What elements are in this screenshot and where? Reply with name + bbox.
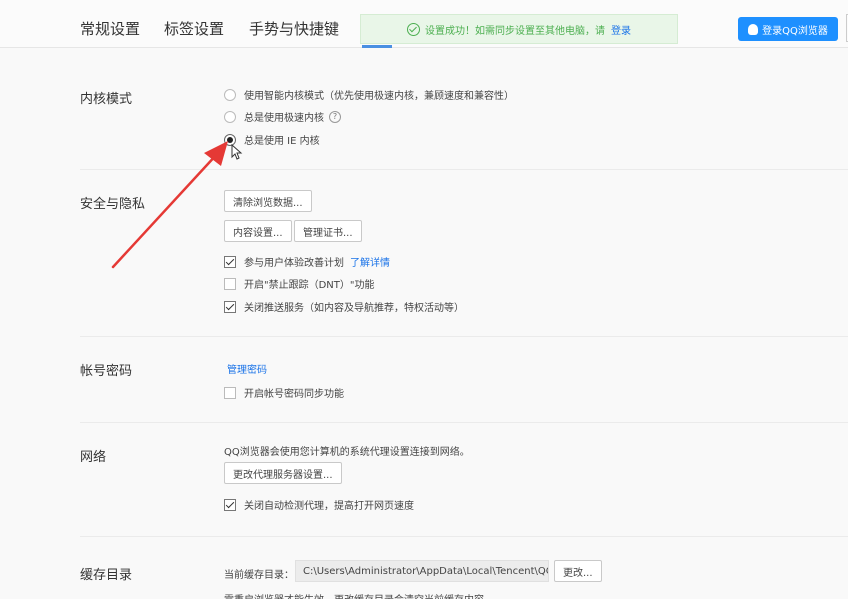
- auto-detect-proxy-option[interactable]: 关闭自动检测代理，提高打开网页速度: [224, 497, 414, 512]
- password-sync-label: 开启帐号密码同步功能: [244, 389, 344, 400]
- change-proxy-button[interactable]: 更改代理服务器设置...: [224, 462, 342, 484]
- kernel-smart-radio[interactable]: [224, 88, 236, 101]
- active-tab-indicator: [362, 45, 392, 48]
- login-button-label: 登录QQ浏览器: [762, 25, 828, 37]
- login-qq-browser-button[interactable]: 登录QQ浏览器: [738, 17, 838, 41]
- kernel-option-speed[interactable]: 总是使用极速内核 ?: [224, 109, 341, 124]
- password-sync-option[interactable]: 开启帐号密码同步功能: [224, 385, 344, 400]
- ux-improvement-label: 参与用户体验改善计划: [244, 258, 344, 269]
- content-settings-button[interactable]: 内容设置...: [224, 220, 292, 242]
- clear-browsing-data-button[interactable]: 清除浏览数据...: [224, 190, 312, 212]
- kernel-speed-radio[interactable]: [224, 110, 236, 123]
- help-icon[interactable]: ?: [329, 110, 341, 123]
- push-service-option[interactable]: 关闭推送服务（如内容及导航推荐，特权活动等）: [224, 299, 464, 314]
- tab-gestures-shortcuts[interactable]: 手势与快捷键: [249, 18, 339, 39]
- cache-path-field: C:\Users\Administrator\AppData\Local\Ten…: [295, 560, 549, 582]
- section-divider: [80, 336, 848, 337]
- learn-more-link[interactable]: 了解详情: [350, 254, 390, 269]
- section-divider: [80, 169, 848, 170]
- manage-certificates-button[interactable]: 管理证书...: [294, 220, 362, 242]
- auto-detect-proxy-label: 关闭自动检测代理，提高打开网页速度: [244, 501, 414, 512]
- dnt-checkbox[interactable]: [224, 277, 236, 290]
- change-cache-button[interactable]: 更改...: [554, 560, 602, 582]
- kernel-option-smart[interactable]: 使用智能内核模式（优先使用极速内核，兼顾速度和兼容性）: [224, 87, 514, 102]
- push-service-label: 关闭推送服务（如内容及导航推荐，特权活动等）: [244, 303, 464, 314]
- proxy-description: QQ浏览器会使用您计算机的系统代理设置连接到网络。: [224, 447, 470, 458]
- manage-passwords-link[interactable]: 管理密码: [227, 361, 267, 376]
- section-divider: [80, 422, 848, 423]
- password-sync-checkbox[interactable]: [224, 386, 236, 399]
- qq-penguin-icon: [748, 23, 759, 35]
- dnt-option[interactable]: 开启"禁止跟踪（DNT）"功能: [224, 276, 375, 291]
- ux-improvement-checkbox[interactable]: [224, 255, 236, 268]
- cache-section-title: 缓存目录: [80, 568, 133, 583]
- ux-improvement-option[interactable]: 参与用户体验改善计划 了解详情: [224, 254, 390, 269]
- security-section-title: 安全与隐私: [80, 197, 146, 212]
- toast-message: 设置成功！如需同步设置至其他电脑，请: [425, 25, 605, 37]
- kernel-speed-label: 总是使用极速内核: [244, 113, 324, 124]
- success-toast: 设置成功！如需同步设置至其他电脑，请 登录: [360, 14, 678, 44]
- kernel-ie-label: 总是使用 IE 内核: [244, 136, 320, 147]
- cache-note: 需重启浏览器才能生效，更改缓存目录会清空当前缓存内容: [224, 591, 484, 599]
- network-section-title: 网络: [80, 450, 107, 465]
- cache-dir-label: 当前缓存目录：: [224, 570, 294, 581]
- push-service-checkbox[interactable]: [224, 300, 236, 313]
- kernel-section-title: 内核模式: [80, 92, 133, 107]
- tab-tabs[interactable]: 标签设置: [164, 18, 224, 39]
- account-section-title: 帐号密码: [80, 364, 133, 379]
- settings-header: 常规设置 标签设置 手势与快捷键 设置成功！如需同步设置至其他电脑，请 登录 登…: [0, 0, 848, 48]
- mouse-cursor-icon: [231, 144, 243, 160]
- auto-detect-proxy-checkbox[interactable]: [224, 498, 236, 511]
- dnt-label: 开启"禁止跟踪（DNT）"功能: [244, 280, 375, 291]
- section-divider: [80, 536, 848, 537]
- kernel-smart-label: 使用智能内核模式（优先使用极速内核，兼顾速度和兼容性）: [244, 91, 514, 102]
- check-circle-icon: [407, 22, 420, 36]
- tab-general[interactable]: 常规设置: [80, 18, 140, 39]
- toast-login-link[interactable]: 登录: [611, 22, 631, 37]
